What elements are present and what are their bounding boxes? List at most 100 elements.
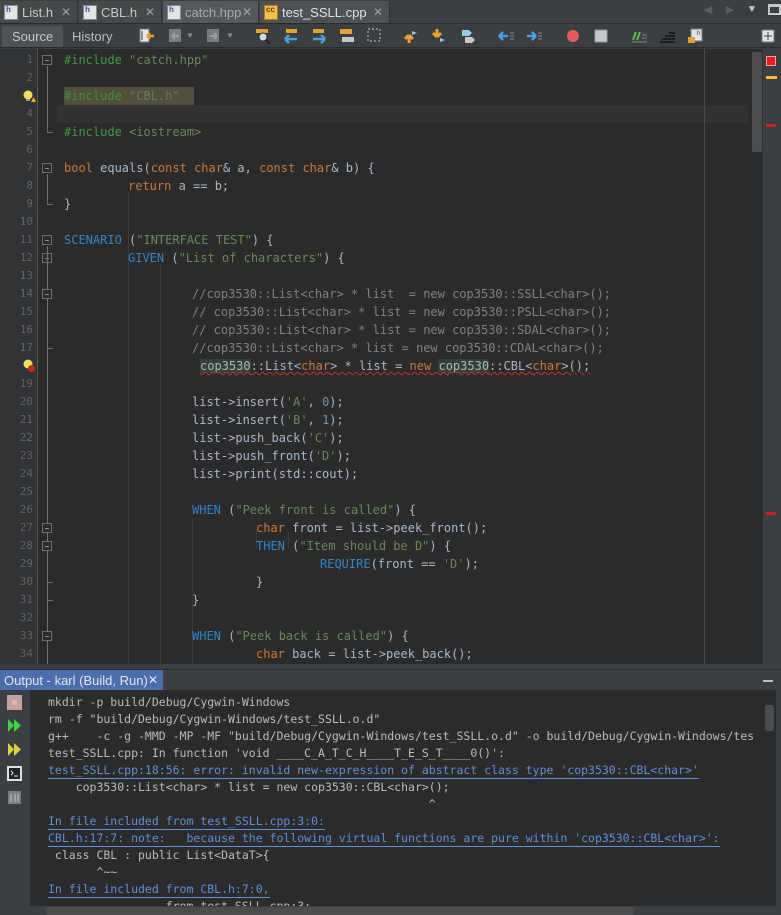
- line-number: 21: [19, 413, 33, 426]
- output-line: g++ -c -g -MMD -MP -MF "build/Debug/Cygw…: [48, 729, 755, 743]
- tab-label: List.h: [22, 4, 54, 20]
- error-stripe-mark[interactable]: [766, 124, 776, 127]
- line-number: 27: [19, 521, 33, 534]
- output-vertical-scrollbar-thumb[interactable]: [765, 705, 774, 731]
- uncomment-icon[interactable]: [659, 28, 675, 44]
- output-tab[interactable]: Output - karl (Build, Run) ✕: [0, 670, 163, 691]
- back-dropdown-icon[interactable]: ▼: [186, 28, 202, 44]
- code-line-31: }: [192, 593, 200, 607]
- tab-label: test_SSLL.cpp: [282, 4, 367, 20]
- start-macro-recording-icon[interactable]: [565, 28, 581, 44]
- maximize-window-icon[interactable]: [767, 2, 781, 16]
- source-view-button[interactable]: Source: [2, 26, 64, 47]
- shift-right-icon[interactable]: [526, 28, 542, 44]
- line-number: 34: [19, 647, 33, 660]
- code-line-17: //cop3530::List<char> * list = new cop35…: [192, 341, 604, 355]
- output-line: ^~~: [48, 865, 118, 879]
- fold-toggle[interactable]: [42, 55, 52, 65]
- output-error-link[interactable]: test_SSLL.cpp:18:56: error: invalid new-…: [48, 762, 699, 779]
- fold-toggle[interactable]: [42, 235, 52, 245]
- fold-toggle[interactable]: [42, 541, 52, 551]
- previous-bookmark-icon[interactable]: [404, 28, 420, 44]
- line-number: 11: [19, 233, 33, 246]
- code-line-15: // cop3530::List<char> * list = new cop3…: [192, 305, 612, 319]
- tab-cbl-h[interactable]: h CBL.h ✕: [79, 1, 162, 23]
- find-selection-icon[interactable]: [255, 28, 271, 44]
- minimize-icon[interactable]: [763, 680, 773, 682]
- back-icon[interactable]: [168, 28, 184, 44]
- output-line: ^: [48, 797, 436, 811]
- output-line: test_SSLL.cpp: In function 'void ____C_A…: [48, 746, 505, 760]
- code-line-27: char front = list->peek_front();: [256, 521, 488, 535]
- forward-icon[interactable]: [206, 28, 222, 44]
- line-number: 24: [19, 467, 33, 480]
- show-opened-documents-icon[interactable]: ▼: [745, 2, 759, 16]
- error-stripe[interactable]: [762, 49, 781, 664]
- line-number: 2: [26, 71, 33, 84]
- code-line-20: list->insert('A', 0);: [192, 395, 344, 409]
- line-number: 10: [19, 215, 33, 228]
- error-status-icon[interactable]: [766, 56, 776, 66]
- find-next-icon[interactable]: [311, 28, 327, 44]
- stop-build-icon[interactable]: [7, 695, 22, 710]
- code-editor[interactable]: 1 2 4 5 6 7 8 9 10 11 12 13 14 15 16 17 …: [0, 49, 762, 664]
- close-icon[interactable]: ✕: [145, 5, 155, 19]
- warning-stripe-mark[interactable]: [766, 76, 777, 79]
- current-line-highlight: [57, 105, 748, 123]
- close-icon[interactable]: ✕: [242, 5, 252, 19]
- line-number: 17: [19, 341, 33, 354]
- output-console[interactable]: mkdir -p build/Debug/Cygwin-Windows rm -…: [30, 690, 763, 906]
- comment-icon[interactable]: [631, 28, 647, 44]
- code-line-23: list->push_front('D');: [192, 449, 351, 463]
- warning-lightbulb-icon[interactable]: [22, 89, 36, 103]
- scroll-tabs-left-icon[interactable]: ◀: [701, 2, 715, 16]
- error-stripe-mark[interactable]: [766, 512, 776, 515]
- line-number: 4: [26, 107, 33, 120]
- code-line-26: WHEN ("Peek front is called") {: [192, 503, 416, 517]
- split-window-icon[interactable]: [760, 28, 776, 44]
- output-include-link[interactable]: In file included from CBL.h:7:0,: [48, 881, 270, 898]
- settings-icon[interactable]: [7, 790, 22, 805]
- rerun-icon[interactable]: [7, 718, 22, 733]
- close-icon[interactable]: ✕: [373, 5, 383, 19]
- terminal-icon[interactable]: [7, 766, 22, 781]
- last-edit-icon[interactable]: [139, 28, 155, 44]
- output-line: from test_SSLL.cpp:3:: [48, 899, 312, 906]
- code-line-29: REQUIRE(front == 'D');: [320, 557, 479, 571]
- rectangular-selection-icon[interactable]: [367, 28, 383, 44]
- fold-toggle[interactable]: [42, 631, 52, 641]
- output-note-link[interactable]: CBL.h:17:7: note: because the following …: [48, 830, 720, 847]
- rerun-with-arguments-icon[interactable]: [7, 742, 22, 757]
- line-number: 23: [19, 449, 33, 462]
- tab-catch-hpp[interactable]: h catch.hpp ✕: [163, 1, 259, 23]
- tab-test-ssll-cpp[interactable]: cc test_SSLL.cpp ✕: [260, 1, 390, 23]
- line-number: 6: [26, 143, 33, 156]
- editor-scrollbar-thumb[interactable]: [752, 52, 762, 152]
- error-lightbulb-icon[interactable]: [22, 359, 36, 373]
- switch-header-source-icon[interactable]: h: [687, 28, 703, 44]
- tab-list-h[interactable]: h List.h ✕: [0, 1, 78, 23]
- fold-toggle[interactable]: [42, 163, 52, 173]
- close-icon[interactable]: ✕: [61, 5, 71, 19]
- shift-left-icon[interactable]: [498, 28, 514, 44]
- fold-toggle[interactable]: [42, 523, 52, 533]
- next-bookmark-icon[interactable]: [432, 28, 448, 44]
- output-horizontal-scrollbar-thumb[interactable]: [46, 907, 634, 915]
- scroll-tabs-right-icon[interactable]: ▶: [723, 2, 737, 16]
- line-number: 14: [19, 287, 33, 300]
- output-include-link[interactable]: In file included from test_SSLL.cpp:3:0:: [48, 813, 325, 830]
- history-view-button[interactable]: History: [62, 26, 122, 47]
- find-previous-icon[interactable]: [283, 28, 299, 44]
- header-file-icon: h: [167, 4, 181, 20]
- fold-toggle[interactable]: [42, 289, 52, 299]
- stop-macro-recording-icon[interactable]: [593, 28, 609, 44]
- svg-text:h: h: [697, 31, 700, 37]
- code-line-5: #include <iostream>: [64, 125, 202, 139]
- line-number: 30: [19, 575, 33, 588]
- code-line-22: list->push_back('C');: [192, 431, 344, 445]
- toggle-bookmark-icon[interactable]: [460, 28, 476, 44]
- line-number: 12: [19, 251, 33, 264]
- toggle-highlight-search-icon[interactable]: [339, 28, 355, 44]
- close-icon[interactable]: ✕: [148, 670, 158, 691]
- forward-dropdown-icon[interactable]: ▼: [226, 28, 242, 44]
